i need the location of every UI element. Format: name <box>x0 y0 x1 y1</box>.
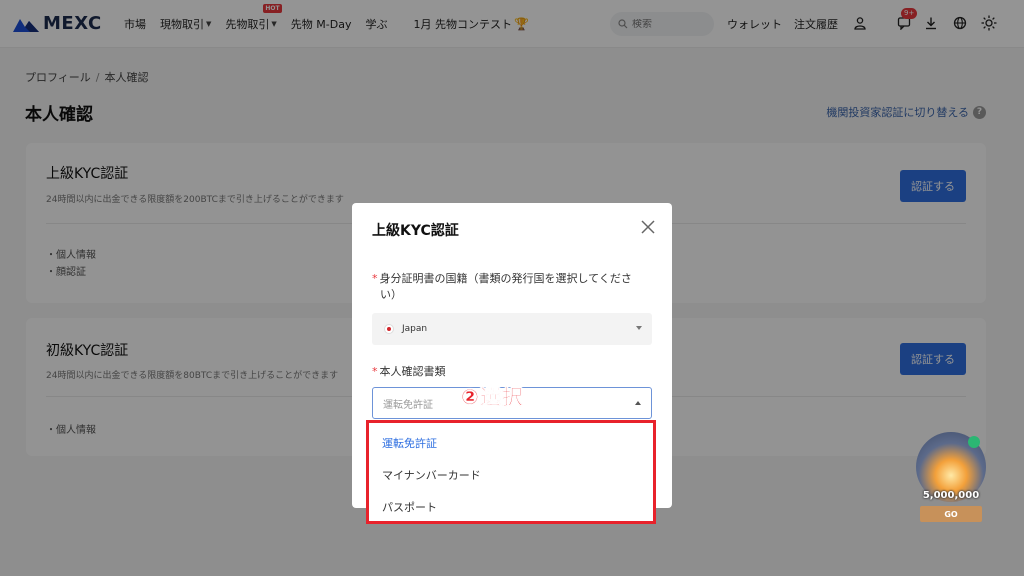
check-icon <box>968 436 980 448</box>
step-annotation: ②選択 <box>461 385 524 410</box>
country-select[interactable]: Japan <box>372 313 652 345</box>
option-my-number-card[interactable]: マイナンバーカード <box>382 467 481 483</box>
chevron-up-icon <box>635 401 641 405</box>
promo-widget[interactable]: 5,000,000 GO <box>912 432 990 524</box>
country-select-value: Japan <box>402 324 428 334</box>
japan-flag-icon <box>384 324 394 334</box>
doc-type-select-value: 運転免許証 <box>383 399 433 411</box>
promo-amount: 5,000,000 <box>922 490 980 501</box>
option-passport[interactable]: パスポート <box>382 499 437 515</box>
country-label-line2: い） <box>380 288 402 301</box>
country-label-line1: 身分証明書の国籍（書類の発行国を選択してくださ <box>379 272 632 285</box>
doc-type-dropdown: 運転免許証 マイナンバーカード パスポート <box>366 420 656 524</box>
required-mark: * <box>372 272 378 285</box>
country-label: * 身分証明書の国籍（書類の発行国を選択してくださ い） <box>372 271 652 303</box>
option-drivers-license[interactable]: 運転免許証 <box>382 435 437 451</box>
doc-type-label: * 本人確認書類 <box>372 364 446 380</box>
doc-type-label-text: 本人確認書類 <box>379 365 446 378</box>
close-icon[interactable] <box>638 217 658 237</box>
chevron-down-icon <box>636 326 642 330</box>
promo-go-button[interactable]: GO <box>920 506 982 522</box>
modal-title: 上級KYC認証 <box>372 223 459 239</box>
required-mark: * <box>372 365 378 378</box>
